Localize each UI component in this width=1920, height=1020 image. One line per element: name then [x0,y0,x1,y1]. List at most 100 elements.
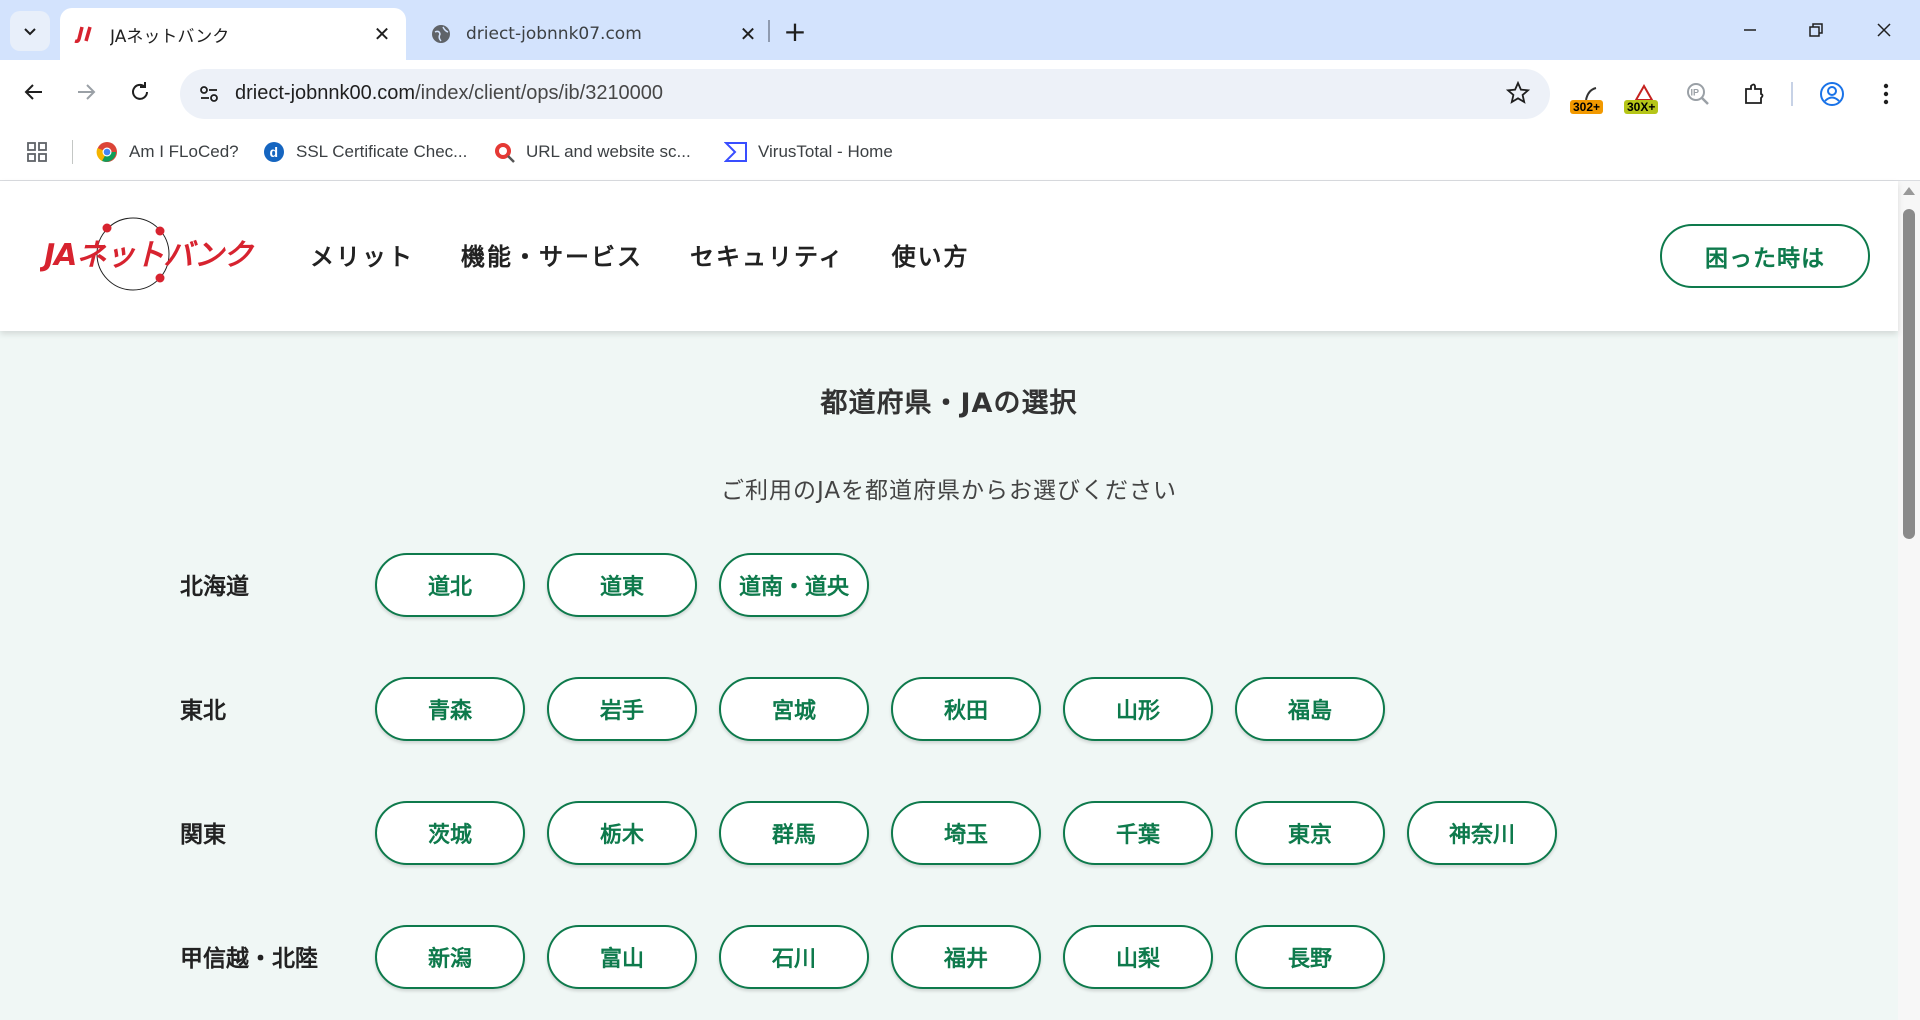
prefecture-list: 青森 岩手 宮城 秋田 山形 福島 [375,677,1385,741]
prefecture-list: 茨城 栃木 群馬 埼玉 千葉 東京 神奈川 [375,801,1557,865]
kebab-menu-icon [1883,83,1889,105]
page-title: 都道府県・JAの選択 [820,388,1078,419]
url-text[interactable]: driect-jobnnk00.com/index/client/ops/ib/… [235,82,663,105]
prefecture-button[interactable]: 青森 [375,677,525,741]
bookmark-star-icon[interactable] [1505,80,1531,109]
ip-search-icon: IP [1687,83,1709,105]
minimize-button[interactable] [1720,8,1780,52]
svg-text:IP: IP [1691,88,1700,98]
bookmark-label: Am I FLoCed? [129,142,239,161]
address-bar[interactable]: driect-jobnnk00.com/index/client/ops/ib/… [180,69,1550,119]
chrome-icon [95,140,119,164]
tab-search-button[interactable] [10,11,50,51]
reload-button[interactable] [120,72,160,112]
prefecture-button[interactable]: 道東 [547,553,697,617]
d-icon: d [262,140,286,164]
page-subtitle: ご利用のJAを都道府県からお選びください [720,478,1178,504]
menu-button[interactable] [1864,72,1908,116]
close-icon[interactable]: ✕ [368,20,396,48]
page-scrollbar[interactable] [1898,181,1920,1020]
tab-driect[interactable]: driect-jobnnk07.com ✕ [420,8,772,60]
nav-how-to-use[interactable]: 使い方 [892,237,970,272]
prefecture-button[interactable]: 千葉 [1063,801,1213,865]
prefecture-button[interactable]: 福島 [1235,677,1385,741]
apps-button[interactable] [26,137,48,167]
back-button[interactable] [14,72,54,112]
scrollbar-thumb[interactable] [1903,209,1915,539]
prefecture-button[interactable]: 福井 [891,925,1041,989]
virustotal-icon [724,140,748,164]
prefecture-button[interactable]: 神奈川 [1407,801,1557,865]
arrow-right-icon [78,84,96,100]
new-tab-button[interactable]: + [778,14,812,48]
nav-features-services[interactable]: 機能・サービス [461,237,643,272]
nav-security[interactable]: セキュリティ [690,237,845,272]
urlscan-icon [492,140,516,164]
prefecture-button[interactable]: 岩手 [547,677,697,741]
scroll-up-arrow-icon[interactable] [1903,187,1915,195]
nav-merit[interactable]: メリット [310,237,414,272]
prefecture-button[interactable]: 茨城 [375,801,525,865]
main-content: 都道府県・JAの選択 ご利用のJAを都道府県からお選びください 北海道 道北 道… [0,331,1898,1020]
prefecture-button[interactable]: 新潟 [375,925,525,989]
forward-button[interactable] [66,72,106,112]
bookmarks-bar: Am I FLoCed? d SSL Certificate Chec... U… [0,124,1920,181]
browser-toolbar: driect-jobnnk00.com/index/client/ops/ib/… [0,60,1920,124]
svg-text:d: d [270,144,279,160]
prefecture-button[interactable]: 道北 [375,553,525,617]
status-extension-button[interactable]: 30X+ [1622,72,1666,116]
profile-icon [1820,82,1844,106]
ip-extension-button[interactable]: IP [1676,72,1720,116]
tab-title: driect-jobnnk07.com [466,24,642,44]
restore-icon [1809,23,1823,37]
prefecture-button[interactable]: 埼玉 [891,801,1041,865]
globe-icon [430,23,452,45]
prefecture-list: 道北 道東 道南・道央 [375,553,869,617]
close-window-button[interactable] [1854,8,1914,52]
bookmark-label: URL and website sc... [526,142,691,161]
reload-icon [132,82,148,100]
site-header: JAネットバンク メリット 機能・サービス セキュリティ 使い方 困った時は [0,181,1898,331]
ja-favicon-icon [74,23,96,45]
bookmark-ssl-checker[interactable]: d SSL Certificate Chec... [262,137,467,167]
prefecture-button[interactable]: 群馬 [719,801,869,865]
close-icon[interactable]: ✕ [734,20,762,48]
prefecture-button[interactable]: 富山 [547,925,697,989]
minimize-icon [1744,29,1756,31]
prefecture-button[interactable]: 長野 [1235,925,1385,989]
prefecture-button[interactable]: 東京 [1235,801,1385,865]
extensions-button[interactable] [1732,72,1776,116]
tab-ja-netbank[interactable]: JAネットバンク ✕ [60,8,406,60]
restore-button[interactable] [1786,8,1846,52]
ja-netbank-logo[interactable]: JAネットバンク [39,214,260,294]
logo-text: JAネットバンク [40,238,255,273]
main-nav: メリット 機能・サービス セキュリティ 使い方 [310,237,970,272]
redirect-badge: 302+ [1570,100,1604,114]
apps-grid-icon [27,142,47,162]
prefecture-button[interactable]: 道南・道央 [719,553,869,617]
close-icon [1877,23,1891,37]
redirect-extension-button[interactable]: 302+ [1568,72,1612,116]
tab-strip: JAネットバンク ✕ driect-jobnnk07.com ✕ + [0,0,1920,60]
region-label: 東北 [180,698,226,724]
status-badge: 30X+ [1624,100,1659,114]
prefecture-button[interactable]: 秋田 [891,677,1041,741]
toolbar-separator [1791,82,1793,106]
prefecture-button[interactable]: 宮城 [719,677,869,741]
prefecture-button[interactable]: 山形 [1063,677,1213,741]
bookmark-virustotal[interactable]: VirusTotal - Home [724,137,893,167]
bookmark-urlscan[interactable]: URL and website sc... [492,137,691,167]
prefecture-button[interactable]: 山梨 [1063,925,1213,989]
prefecture-list: 新潟 富山 石川 福井 山梨 長野 [375,925,1385,989]
url-host: driect-jobnnk00.com [235,82,416,104]
bookmark-am-i-floced[interactable]: Am I FLoCed? [95,137,239,167]
prefecture-button[interactable]: 栃木 [547,801,697,865]
help-button[interactable]: 困った時は [1660,224,1870,288]
chevron-down-icon [24,28,36,36]
bookmark-label: SSL Certificate Chec... [296,142,468,161]
site-settings-icon[interactable] [194,79,224,109]
profile-button[interactable] [1810,72,1854,116]
prefecture-button[interactable]: 石川 [719,925,869,989]
puzzle-icon [1745,83,1764,104]
bookmarks-separator [72,140,73,164]
